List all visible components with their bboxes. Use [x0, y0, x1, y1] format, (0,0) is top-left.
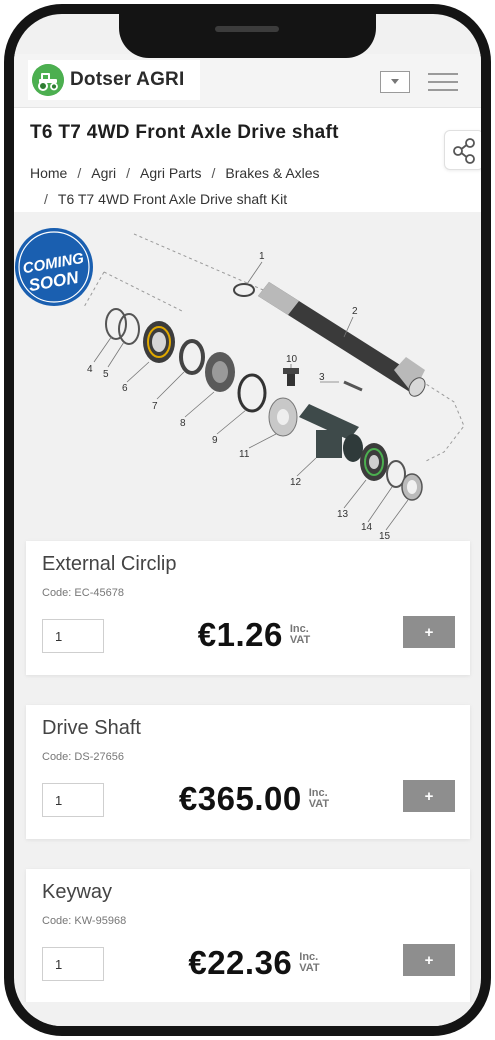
vat-line-2: VAT [299, 962, 320, 974]
parts-diagram: 1 2 3 4 5 6 7 8 9 10 11 12 13 14 15 COMI… [14, 212, 481, 542]
callout-11: 11 [239, 449, 250, 460]
callout-6: 6 [122, 383, 128, 394]
phone-frame: Dotser AGRI T6 T7 4WD Front Axle Drive s… [4, 4, 491, 1036]
product-code: Code: KW-95968 [42, 915, 127, 927]
dropdown-toggle-button[interactable] [380, 71, 410, 93]
vat-line-2: VAT [308, 798, 330, 810]
add-to-cart-button[interactable]: + [403, 944, 455, 976]
price-block: €1.26 Inc. VAT [122, 613, 386, 657]
product-card: External Circlip Code: EC-45678 €1.26 In… [26, 541, 470, 675]
phone-notch [119, 14, 376, 58]
callout-3: 3 [319, 372, 325, 383]
quantity-input[interactable] [42, 783, 104, 817]
breadcrumb: Home / Agri / Agri Parts / Brakes & Axles / T6 T… [30, 165, 320, 207]
callout-1: 1 [259, 251, 265, 262]
callout-13: 13 [337, 509, 349, 520]
coming-soon-badge: COMING SOON [15, 228, 93, 306]
product-code: Code: DS-27656 [42, 751, 124, 763]
callout-9: 9 [212, 435, 218, 446]
quantity-input[interactable] [42, 619, 104, 653]
product-name: External Circlip [42, 553, 177, 575]
exploded-view-drawing: 1 2 3 4 5 6 7 8 9 10 11 12 13 14 15 COMI… [15, 228, 465, 542]
callout-14: 14 [361, 522, 373, 533]
add-to-cart-button[interactable]: + [403, 780, 455, 812]
callout-10: 10 [286, 354, 298, 365]
callout-12: 12 [290, 477, 302, 488]
vat-label: Inc. VAT [309, 788, 329, 810]
price-block: €365.00 Inc. VAT [122, 777, 386, 821]
breadcrumb-home[interactable]: Home [30, 165, 67, 181]
site-header: Dotser AGRI [14, 54, 481, 108]
brand-logo[interactable]: Dotser AGRI [28, 60, 201, 100]
breadcrumb-current: T6 T7 4WD Front Axle Drive shaft Kit [57, 191, 288, 207]
add-to-cart-button[interactable]: + [403, 616, 455, 648]
quantity-input[interactable] [42, 947, 104, 981]
callout-7: 7 [152, 401, 158, 412]
product-card: Drive Shaft Code: DS-27656 €365.00 Inc.V… [26, 705, 470, 839]
breadcrumb-agri[interactable]: Agri [91, 165, 116, 181]
product-price: €365.00 [178, 780, 302, 817]
product-name: Drive Shaft [42, 717, 141, 739]
tractor-logo-icon [32, 64, 64, 96]
breadcrumb-agri-parts[interactable]: Agri Parts [140, 165, 201, 181]
vat-label: Inc. VAT [290, 624, 310, 646]
breadcrumb-brakes-axles[interactable]: Brakes & Axles [225, 165, 319, 181]
phone-screen: Dotser AGRI T6 T7 4WD Front Axle Drive s… [14, 14, 481, 1026]
page-title: T6 T7 4WD Front Axle Drive shaft [30, 122, 339, 143]
callout-8: 8 [180, 418, 186, 429]
product-card: Keyway Code: KW-95968 €22.36 Inc.VAT + [26, 869, 470, 1003]
product-price: €1.26 [197, 616, 283, 653]
hamburger-menu-icon[interactable] [428, 71, 458, 93]
callout-4: 4 [87, 364, 93, 375]
product-heading-area: T6 T7 4WD Front Axle Drive shaft Home / Ag… [14, 108, 481, 212]
callout-5: 5 [103, 369, 109, 380]
bottom-safe-area [14, 1002, 481, 1026]
speaker-grille [215, 26, 279, 32]
product-code: Code: EC-45678 [42, 587, 124, 599]
vat-label: Inc. VAT [299, 952, 319, 974]
brand-name: Dotser AGRI [70, 69, 185, 90]
price-block: €22.36 Inc. VAT [122, 941, 386, 985]
callout-2: 2 [352, 306, 358, 317]
product-name: Keyway [42, 881, 113, 903]
vat-line-2: VAT [289, 634, 311, 646]
product-price: €22.36 [188, 944, 293, 981]
